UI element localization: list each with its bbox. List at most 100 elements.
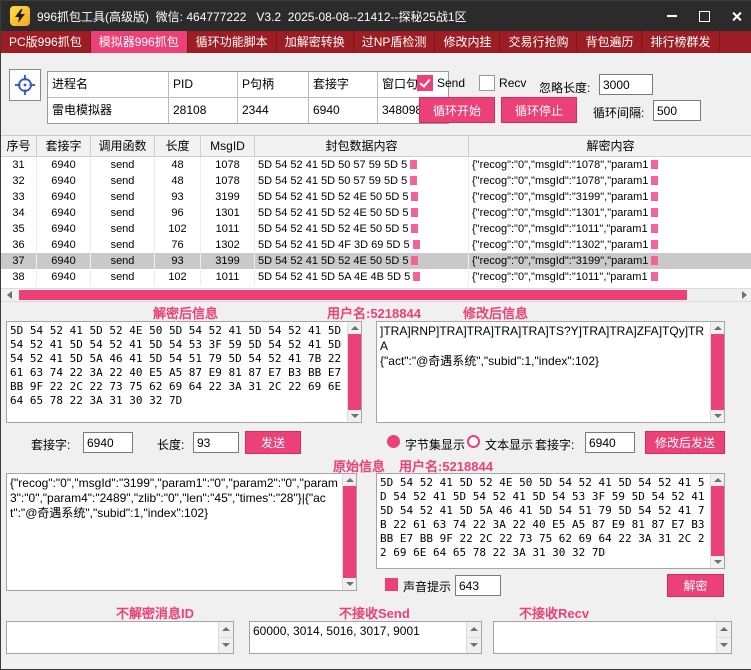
ignore-length-input[interactable]	[599, 74, 653, 95]
title-bar: 996抓包工具(高级版) 微信: 464777222 V3.2 2025-08-…	[1, 1, 751, 31]
tab-9[interactable]: 排行榜群发	[642, 31, 719, 53]
window-finder-button[interactable]	[9, 69, 41, 101]
decrypted-text-panel: 5D 54 52 41 5D 52 4E 50 5D 54 52 41 5D 5…	[6, 321, 362, 423]
original-json-text[interactable]: {"recog":"0","msgId":"3199","param1":"0"…	[10, 476, 341, 588]
send-checkbox[interactable]	[417, 75, 433, 91]
tab-7[interactable]: 交易行抢购	[500, 31, 577, 53]
spin-up-button[interactable]	[219, 622, 233, 638]
spinner[interactable]	[466, 622, 481, 653]
process-row-cell[interactable]: 雷电模拟器	[48, 98, 169, 123]
scrollbar-thumb[interactable]	[343, 486, 356, 578]
packet-row[interactable]: 376940send9331995D 54 52 41 5D 52 4E 50 …	[1, 253, 751, 269]
scroll-up-button[interactable]	[348, 322, 361, 334]
modified-send-button[interactable]: 修改后发送	[645, 431, 725, 454]
packet-row[interactable]: 316940send4810785D 54 52 41 5D 50 57 59 …	[1, 157, 751, 173]
bytes-display-radio[interactable]	[387, 435, 400, 448]
modified-socket-input[interactable]	[585, 432, 635, 453]
packet-cell-decrypt: {"recog":"0","msgId":"1301","param1	[469, 205, 751, 221]
send-recv-options: Send Recv	[417, 75, 540, 91]
maximize-button[interactable]	[688, 1, 720, 31]
packet-header-cell[interactable]: 调用函数	[91, 136, 155, 156]
loop-stop-button[interactable]: 循环停止	[501, 97, 577, 123]
loop-start-button[interactable]: 循环开始	[419, 97, 495, 123]
scrollbar-thumb[interactable]	[348, 334, 361, 410]
scroll-down-button[interactable]	[711, 410, 724, 422]
window-title: 996抓包工具(高级版) 微信: 464777222 V3.2 2025-08-…	[37, 8, 467, 25]
spin-down-button[interactable]	[467, 638, 481, 654]
scroll-up-button[interactable]	[711, 322, 724, 334]
packet-row[interactable]: 386940send10210115D 54 52 41 5D 5A 4E 4B…	[1, 269, 751, 285]
close-button[interactable]	[720, 1, 751, 31]
tab-1[interactable]: PC版996抓包	[1, 31, 91, 53]
spinner[interactable]	[716, 622, 731, 653]
socket-label: 套接字:	[31, 436, 70, 453]
sound-alert-checkbox[interactable]	[385, 578, 398, 591]
packet-cell-func: send	[91, 205, 155, 221]
packet-row[interactable]: 356940send10210115D 54 52 41 5D 52 4E 50…	[1, 221, 751, 237]
text-display-radio[interactable]	[467, 435, 480, 448]
arrow-up-icon	[222, 627, 230, 631]
scroll-down-button[interactable]	[711, 556, 724, 568]
sound-alert-input[interactable]	[455, 575, 501, 596]
minimize-button[interactable]	[656, 1, 688, 31]
packet-header-cell[interactable]: 解密内容	[469, 136, 751, 156]
text-display-label: 文本显示	[485, 436, 533, 453]
spin-up-button[interactable]	[717, 622, 731, 638]
original-hex-text[interactable]: 5D 54 52 41 5D 52 4E 50 5D 54 52 41 5D 5…	[380, 476, 709, 566]
process-row-cell[interactable]: 28108	[169, 98, 238, 123]
packet-cell-func: send	[91, 157, 155, 173]
send-button[interactable]: 发送	[245, 431, 301, 454]
recv-checkbox[interactable]	[479, 75, 495, 91]
spin-down-button[interactable]	[717, 638, 731, 654]
tab-8[interactable]: 背包遍历	[577, 31, 642, 53]
scrollbar-thumb[interactable]	[711, 334, 724, 410]
scroll-up-button[interactable]	[343, 474, 356, 486]
scroll-down-button[interactable]	[343, 578, 356, 590]
scroll-right-button[interactable]	[736, 289, 751, 301]
packet-header-cell[interactable]: 封包数据内容	[255, 136, 469, 156]
packet-header-cell[interactable]: 长度	[155, 136, 201, 156]
original-hex-scrollbar[interactable]	[710, 474, 724, 568]
horizontal-scrollbar-thumb[interactable]	[19, 290, 687, 300]
decrypt-button[interactable]: 解密	[667, 574, 724, 597]
packet-row[interactable]: 336940send9331995D 54 52 41 5D 52 4E 50 …	[1, 189, 751, 205]
packet-cell-len: 93	[155, 253, 201, 269]
spin-down-button[interactable]	[219, 638, 233, 654]
process-row-cell[interactable]: 6940	[309, 98, 378, 123]
loop-interval-input[interactable]	[653, 100, 701, 121]
process-table-row[interactable]: 雷电模拟器281082344694034809810	[48, 98, 448, 123]
decrypted-text[interactable]: 5D 54 52 41 5D 52 4E 50 5D 54 52 41 5D 5…	[10, 324, 346, 420]
length-input[interactable]	[193, 432, 239, 453]
no-receive-recv-text[interactable]	[497, 624, 715, 651]
no-decrypt-msgid-text[interactable]	[10, 624, 217, 651]
packet-header-cell[interactable]: 序号	[1, 136, 37, 156]
packet-row[interactable]: 346940send9613015D 54 52 41 5D 52 4E 50 …	[1, 205, 751, 221]
socket-input[interactable]	[83, 432, 133, 453]
spin-up-button[interactable]	[467, 622, 481, 638]
modified-text[interactable]: ]TRA]RNP]TRA]TRA]TRA]TRA]TS?Y]TRA]TRA]ZF…	[380, 324, 709, 420]
tab-4[interactable]: 加解密转换	[277, 31, 354, 53]
packet-header-cell[interactable]: MsgID	[201, 136, 255, 156]
modified-scrollbar[interactable]	[710, 322, 724, 422]
no-receive-send-label: 不接收Send	[339, 603, 410, 622]
scrollbar-thumb[interactable]	[711, 486, 724, 556]
tab-3[interactable]: 循环功能脚本	[188, 31, 277, 53]
tab-6[interactable]: 修改内挂	[435, 31, 500, 53]
packet-row[interactable]: 366940send7613025D 54 52 41 5D 4F 3D 69 …	[1, 237, 751, 253]
scroll-up-button[interactable]	[711, 474, 724, 486]
arrow-right-icon	[742, 291, 747, 299]
packet-cell-func: send	[91, 253, 155, 269]
arrow-down-icon	[346, 582, 354, 586]
no-receive-send-text[interactable]: 60000, 3014, 5016, 3017, 9001	[253, 624, 465, 651]
original-json-scrollbar[interactable]	[342, 474, 356, 590]
scroll-down-button[interactable]	[348, 410, 361, 422]
packet-row[interactable]: 326940send4810785D 54 52 41 5D 50 57 59 …	[1, 173, 751, 189]
tab-5[interactable]: 过NP盾检测	[354, 31, 436, 53]
decrypted-scrollbar[interactable]	[347, 322, 361, 422]
tab-2[interactable]: 模拟器996抓包	[91, 31, 188, 53]
scroll-left-button[interactable]	[1, 289, 17, 301]
process-row-cell[interactable]: 2344	[238, 98, 309, 123]
horizontal-scrollbar[interactable]	[1, 288, 751, 302]
packet-header-cell[interactable]: 套接字	[37, 136, 91, 156]
spinner[interactable]	[218, 622, 233, 653]
